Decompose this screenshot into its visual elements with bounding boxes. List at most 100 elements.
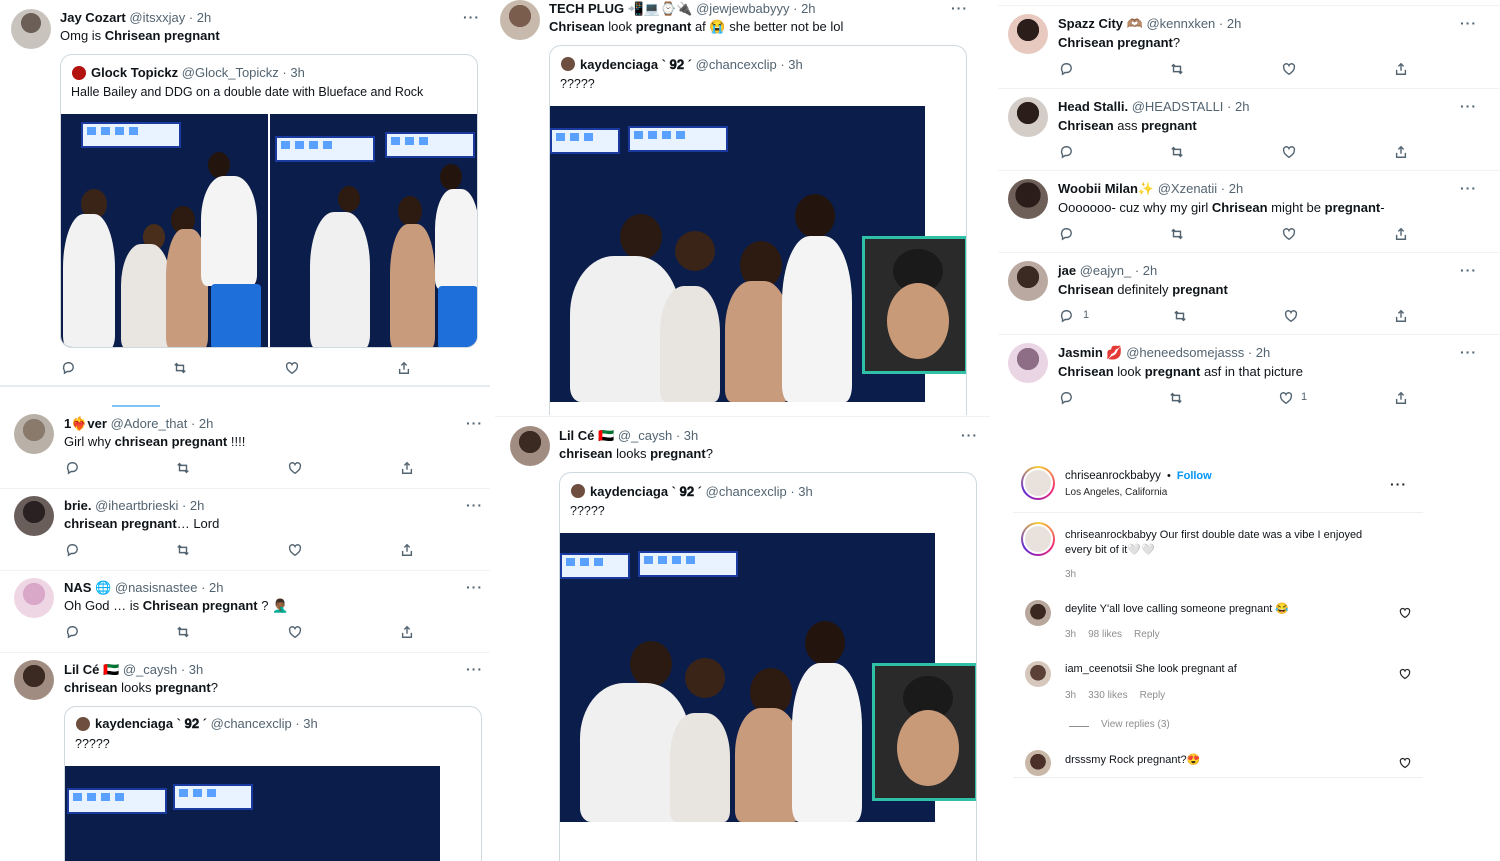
author-name[interactable]: Head Stalli. [1058, 99, 1128, 114]
author-name[interactable]: Woobii Milan✨ [1058, 181, 1154, 196]
like-icon[interactable] [284, 360, 300, 376]
author-name[interactable]: Jasmin 💋 [1058, 345, 1123, 360]
author-handle[interactable]: @Adore_that [111, 416, 188, 431]
share-icon[interactable] [1393, 308, 1409, 324]
comment-likes[interactable]: 330 likes [1088, 690, 1127, 701]
author-name[interactable]: Jay Cozart [60, 10, 126, 25]
heart-icon[interactable] [1399, 757, 1411, 769]
share-icon[interactable] [399, 542, 415, 558]
avatar[interactable] [14, 578, 54, 618]
author-name[interactable]: jae [1058, 263, 1076, 278]
ig-username[interactable]: chriseanrockbabyy [1065, 470, 1161, 482]
ig-location[interactable]: Los Angeles, California [1065, 487, 1167, 498]
tweet[interactable]: jae @eajyn_ · 2h ··· Chrisean definitely… [998, 253, 1500, 335]
author-handle[interactable]: @_caysh [618, 428, 672, 443]
author-handle[interactable]: @iheartbrieski [95, 498, 178, 513]
avatar[interactable] [1025, 661, 1051, 687]
avatar[interactable] [1008, 261, 1048, 301]
share-icon[interactable] [1393, 144, 1409, 160]
share-icon[interactable] [399, 624, 415, 640]
reply-icon[interactable] [1058, 390, 1074, 406]
author-handle[interactable]: @heneedsomejasss [1126, 345, 1244, 360]
more-options-icon[interactable]: ··· [1460, 15, 1477, 31]
reply-icon[interactable] [1058, 226, 1074, 242]
more-options-icon[interactable]: ··· [466, 661, 483, 677]
author-handle[interactable]: @nasisnastee [115, 580, 198, 595]
more-options-icon[interactable]: ··· [466, 579, 483, 595]
avatar[interactable] [11, 9, 51, 49]
author-name[interactable]: TECH PLUG 📲💻⌚🔌 [549, 1, 692, 16]
more-options-icon[interactable]: ··· [463, 9, 480, 25]
share-icon[interactable] [1393, 226, 1409, 242]
author-handle[interactable]: @Xzenatii [1158, 181, 1217, 196]
reply-icon[interactable] [1058, 308, 1074, 324]
avatar[interactable] [14, 414, 54, 454]
heart-icon[interactable] [1399, 668, 1411, 680]
like-icon[interactable] [1283, 308, 1299, 324]
author-name[interactable]: Spazz City 🫶🏽 [1058, 16, 1143, 31]
author-handle[interactable]: @_caysh [123, 662, 177, 677]
author-name[interactable]: Lil Cé 🇦🇪 [559, 428, 614, 443]
avatar[interactable] [1021, 522, 1055, 556]
share-icon[interactable] [396, 360, 412, 376]
retweet-icon[interactable] [1169, 61, 1185, 77]
reply-link[interactable]: Reply [1134, 629, 1160, 640]
reply-icon[interactable] [60, 360, 76, 376]
author-name[interactable]: 1❤️‍🔥ver [64, 416, 107, 431]
reply-icon[interactable] [1058, 61, 1074, 77]
comment-username[interactable]: drsssmy [1065, 754, 1106, 766]
more-options-icon[interactable]: ··· [1460, 98, 1477, 114]
more-options-icon[interactable]: ··· [1460, 180, 1477, 196]
more-options-icon[interactable]: ··· [466, 415, 483, 431]
reply-icon[interactable] [64, 542, 80, 558]
author-name[interactable]: brie. [64, 498, 91, 513]
author-handle[interactable]: @HEADSTALLI [1132, 99, 1224, 114]
tweet-photo[interactable] [65, 766, 440, 861]
author-handle[interactable]: @jewjewbabyyy [696, 1, 789, 16]
inset-photo[interactable] [872, 663, 976, 801]
tweet[interactable]: Lil Cé 🇦🇪 @_caysh · 3h ··· chrisean look… [495, 418, 990, 861]
avatar[interactable] [14, 496, 54, 536]
avatar[interactable] [1025, 600, 1051, 626]
retweet-icon[interactable] [175, 542, 191, 558]
avatar[interactable] [1008, 179, 1048, 219]
more-options-icon[interactable]: ··· [961, 427, 978, 443]
like-icon[interactable] [1281, 61, 1297, 77]
more-options-icon[interactable]: ··· [1390, 476, 1407, 492]
avatar[interactable] [1008, 343, 1048, 383]
retweet-icon[interactable] [172, 360, 188, 376]
share-icon[interactable] [1393, 390, 1409, 406]
like-icon[interactable] [287, 542, 303, 558]
author-handle[interactable]: @kennxken [1146, 16, 1215, 31]
avatar[interactable] [1008, 97, 1048, 137]
like-icon[interactable] [1281, 226, 1297, 242]
avatar[interactable] [500, 0, 540, 40]
avatar[interactable] [1025, 750, 1051, 776]
avatar[interactable] [14, 660, 54, 700]
like-icon[interactable] [1281, 144, 1297, 160]
inset-photo[interactable] [862, 236, 966, 374]
tweet-photo[interactable] [270, 114, 477, 347]
retweet-icon[interactable] [1172, 308, 1188, 324]
comment-likes[interactable]: 98 likes [1088, 629, 1122, 640]
share-icon[interactable] [1393, 61, 1409, 77]
retweet-icon[interactable] [1169, 144, 1185, 160]
more-options-icon[interactable]: ··· [1460, 344, 1477, 360]
tweet[interactable]: Jasmin 💋 @heneedsomejasss · 2h ··· Chris… [998, 335, 1500, 417]
author-name[interactable]: NAS 🌐 [64, 580, 111, 595]
more-options-icon[interactable]: ··· [466, 497, 483, 513]
tweet-photo[interactable] [61, 114, 268, 347]
view-replies-link[interactable]: View replies (3) [1101, 719, 1170, 730]
author-handle[interactable]: @eajyn_ [1080, 263, 1132, 278]
quoted-tweet[interactable]: kaydenciaga ` 𝟗𝟐 ´ @chancexclip · 3h ???… [549, 45, 967, 415]
reply-link[interactable]: Reply [1140, 690, 1166, 701]
comment-username[interactable]: iam_ceenotsii [1065, 663, 1132, 675]
caption-username[interactable]: chriseanrockbabyy [1065, 529, 1157, 541]
tweet[interactable]: TECH PLUG 📲💻⌚🔌 @jewjewbabyyy · 2h ··· Ch… [495, 0, 990, 415]
retweet-icon[interactable] [175, 624, 191, 640]
tweet[interactable]: Spazz City 🫶🏽 @kennxken · 2h ··· Chrisea… [998, 6, 1500, 88]
tweet[interactable]: brie. @iheartbrieski · 2h ··· chrisean p… [0, 490, 490, 570]
more-options-icon[interactable]: ··· [951, 0, 968, 16]
retweet-icon[interactable] [1168, 390, 1184, 406]
reply-icon[interactable] [1058, 144, 1074, 160]
